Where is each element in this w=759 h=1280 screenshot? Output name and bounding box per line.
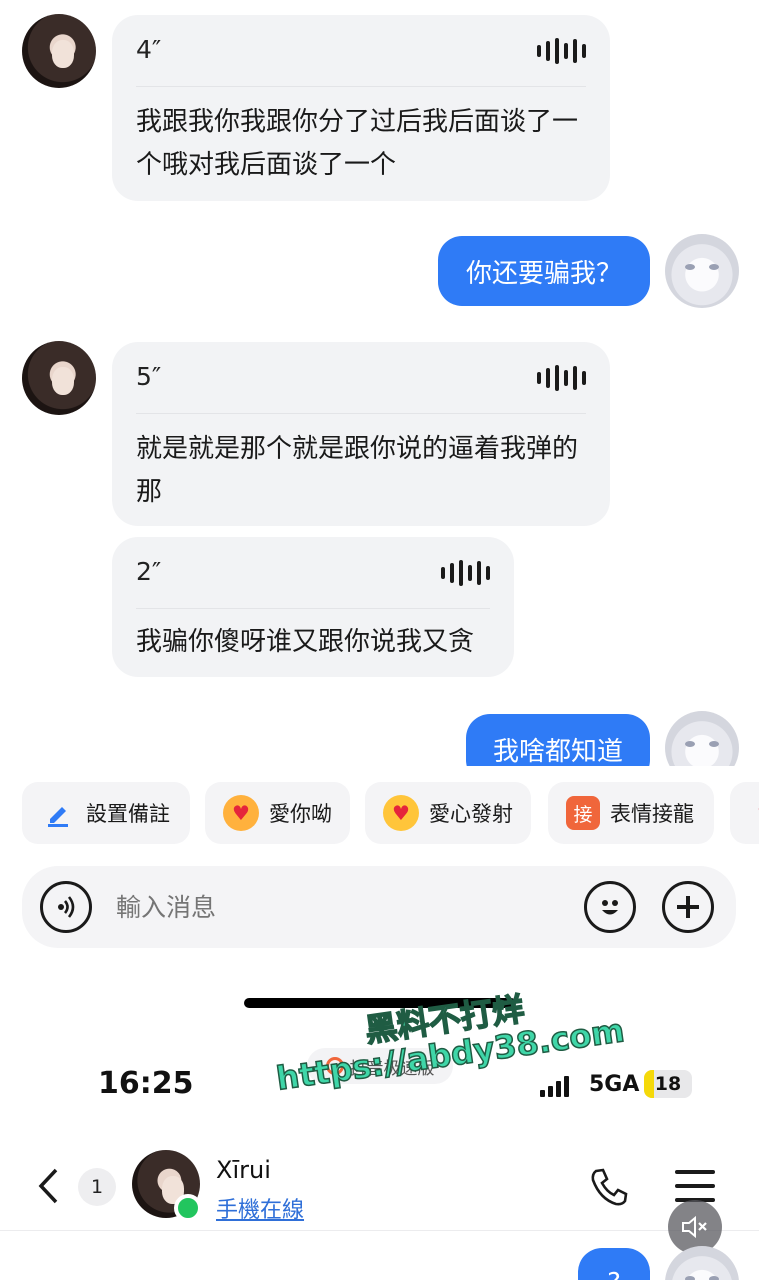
quick-actions-bar: 設置備註 ♥ 愛你呦 ♥ 愛心發射 接 表情接龍 ♥ xyxy=(0,782,759,846)
quick-action-label: 愛心發射 xyxy=(429,802,513,826)
voice-header: 5″ xyxy=(136,342,586,414)
voice-duration: 5″ xyxy=(136,362,162,391)
message-list-clip: 我啥都知道 xyxy=(0,700,759,766)
voice-duration: 2″ xyxy=(136,557,162,586)
online-indicator xyxy=(174,1194,202,1222)
voice-transcript: 就是就是那个就是跟你说的逼着我弹的那 xyxy=(136,434,579,507)
voice-header: 4″ xyxy=(136,15,586,87)
pencil-icon xyxy=(40,795,76,831)
menu-icon[interactable] xyxy=(675,1170,715,1202)
my-avatar[interactable] xyxy=(665,711,739,766)
voice-duration: 4″ xyxy=(136,35,162,64)
voice-message[interactable]: 4″ 我跟我你我跟你分了过后我后面谈了一个哦对我后面谈了一个 xyxy=(112,15,610,201)
voice-header: 2″ xyxy=(136,537,490,609)
voice-wave-icon[interactable] xyxy=(537,364,586,392)
sent-message[interactable]: ? xyxy=(578,1248,650,1280)
voice-wave-icon[interactable] xyxy=(537,37,586,65)
hearts-emoji-icon: ♥ xyxy=(383,795,419,831)
message-list-bottom-clip: ? xyxy=(0,1240,759,1280)
quick-action-label: 設置備註 xyxy=(86,802,170,826)
voice-wave-icon[interactable] xyxy=(441,559,490,587)
heart-emoji-icon: ♥ xyxy=(748,795,759,831)
jie-badge-icon: 接 xyxy=(566,796,600,830)
battery-level: 18 xyxy=(654,1073,682,1095)
phone-icon[interactable] xyxy=(588,1166,630,1212)
my-avatar[interactable] xyxy=(665,1246,739,1280)
voice-message[interactable]: 2″ 我骗你傻呀谁又跟你说我又贪 xyxy=(112,537,514,677)
signal-icon xyxy=(540,1075,569,1097)
heart-eyes-emoji-icon: ♥ xyxy=(223,795,259,831)
message-input-bar xyxy=(22,866,736,948)
battery-icon: 18 xyxy=(644,1070,692,1098)
quick-action-label: 表情接龍 xyxy=(610,802,694,826)
voice-transcript: 我骗你傻呀谁又跟你说我又贪 xyxy=(136,627,475,657)
voice-input-icon[interactable] xyxy=(40,881,92,933)
chat-contact-name: Xīrui xyxy=(216,1156,271,1184)
add-icon[interactable] xyxy=(662,881,714,933)
quick-action-set-remark[interactable]: 設置備註 xyxy=(22,782,190,844)
sent-message[interactable]: 我啥都知道 xyxy=(466,714,650,766)
unread-badge[interactable]: 1 xyxy=(78,1168,116,1206)
contact-avatar[interactable] xyxy=(22,341,96,415)
online-status-link[interactable]: 手機在線 xyxy=(216,1192,304,1224)
contact-avatar[interactable] xyxy=(22,14,96,88)
my-avatar[interactable] xyxy=(665,234,739,308)
quick-action-heart-launch[interactable]: ♥ 愛心發射 xyxy=(365,782,531,844)
header-divider xyxy=(0,1230,759,1231)
message-input[interactable] xyxy=(116,886,556,928)
speaker-muted-icon xyxy=(682,1215,707,1239)
sent-message[interactable]: 你还要骗我？ xyxy=(438,236,650,306)
quick-action-more[interactable]: ♥ xyxy=(730,782,759,844)
network-type: 5GA xyxy=(589,1072,640,1097)
status-time: 16:25 xyxy=(98,1066,194,1101)
quick-action-label: 愛你呦 xyxy=(269,802,332,826)
voice-message[interactable]: 5″ 就是就是那个就是跟你说的逼着我弹的那 xyxy=(112,342,610,526)
voice-transcript: 我跟我你我跟你分了过后我后面谈了一个哦对我后面谈了一个 xyxy=(136,107,579,180)
back-icon[interactable] xyxy=(34,1166,62,1210)
quick-action-emoji-relay[interactable]: 接 表情接龍 xyxy=(548,782,714,844)
emoji-icon[interactable] xyxy=(584,881,636,933)
quick-action-love-you[interactable]: ♥ 愛你呦 xyxy=(205,782,350,844)
